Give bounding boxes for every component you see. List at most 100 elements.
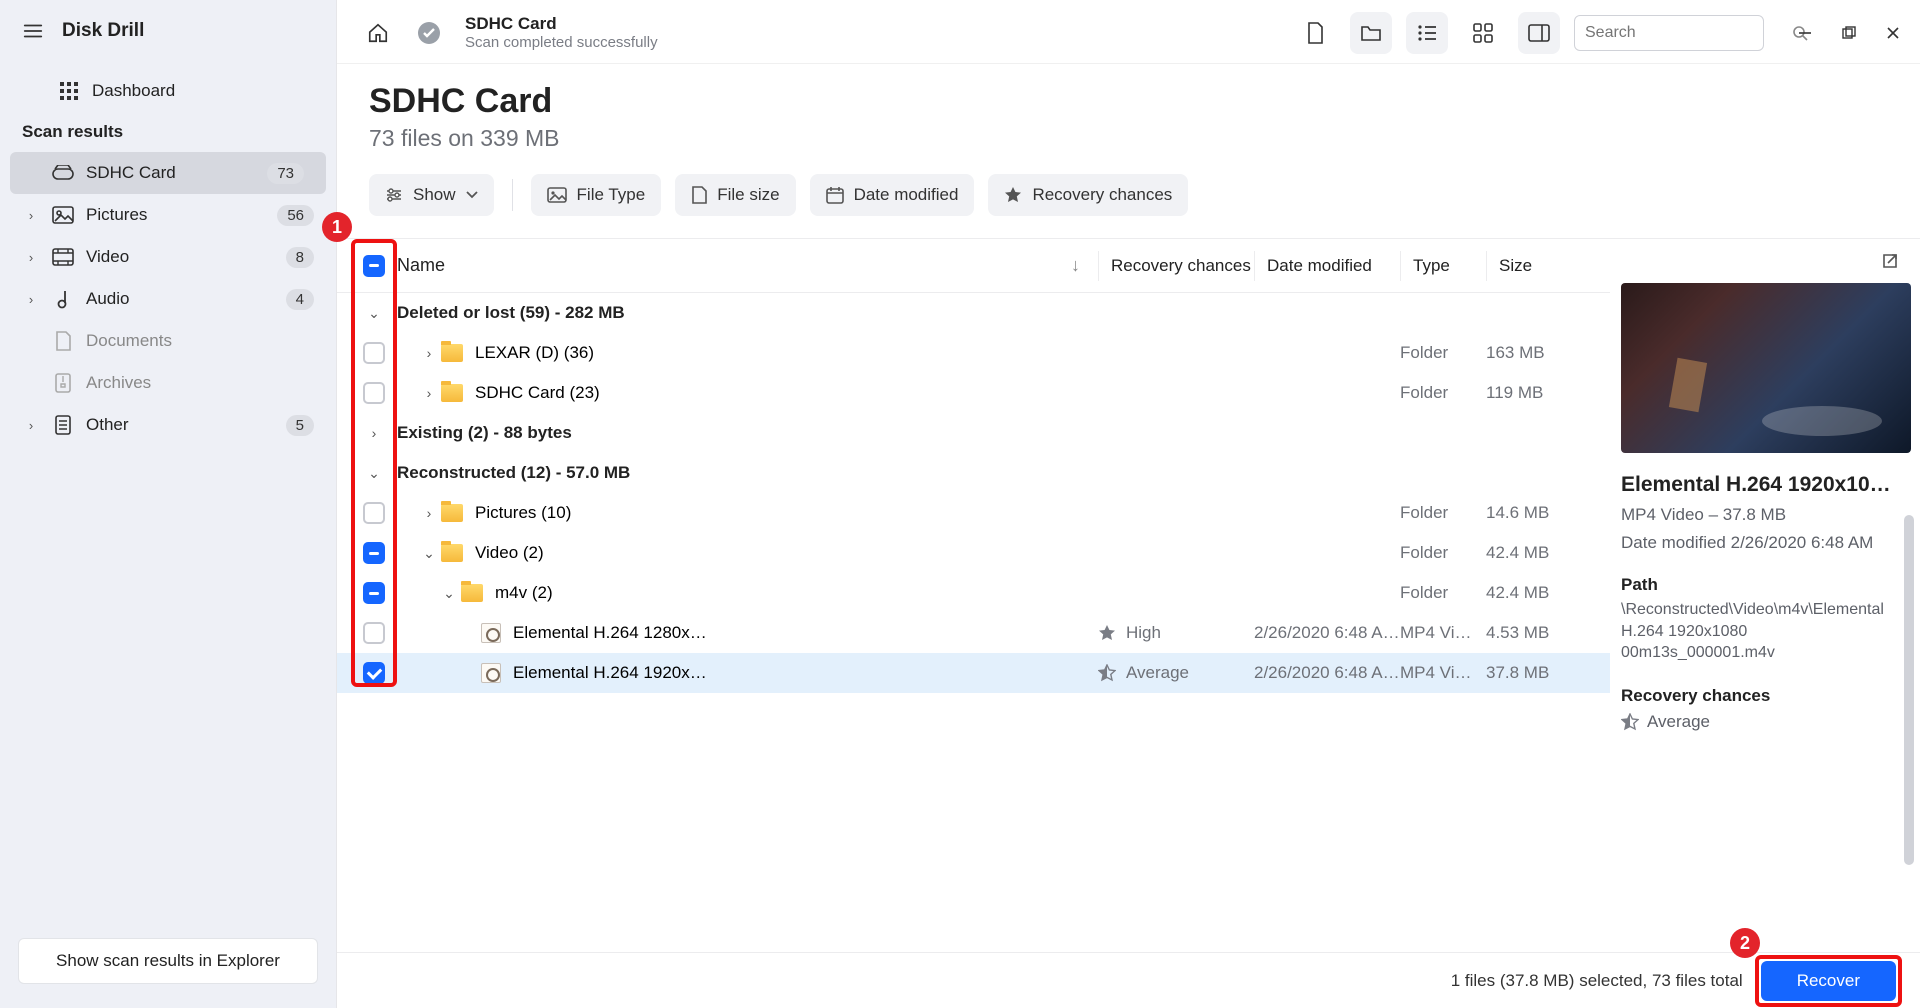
chevron-right-icon[interactable]: › [417,505,441,521]
row-size: 4.53 MB [1486,623,1596,643]
chevron-right-icon[interactable]: › [417,345,441,361]
file-view-icon[interactable] [1294,12,1336,54]
row-checkbox[interactable] [363,622,385,644]
chevron-right-icon[interactable]: › [417,385,441,401]
app-brand: Disk Drill [62,20,144,42]
row-checkbox[interactable] [363,662,385,684]
chevron-down-icon [466,191,478,199]
chevron-right-icon[interactable]: › [362,425,386,441]
table-row-selected[interactable]: Elemental H.264 1920x… Average 2/26/2020… [337,653,1610,693]
preview-info-line: MP4 Video – 37.8 MB [1621,505,1896,525]
list-view-icon[interactable] [1406,12,1448,54]
group-label: Existing (2) - 88 bytes [397,423,572,443]
window-minimize-icon[interactable] [1798,26,1812,40]
col-recovery[interactable]: Recovery chances [1111,256,1251,276]
row-checkbox[interactable] [363,502,385,524]
group-label: Reconstructed (12) - 57.0 MB [397,463,630,483]
preview-title: Elemental H.264 1920x10… [1621,473,1896,497]
file-type-filter[interactable]: File Type [531,174,662,216]
chevron-down-icon[interactable]: ⌄ [362,465,386,482]
folder-icon [461,584,483,602]
chevron-down-icon[interactable]: ⌄ [362,305,386,322]
chip-label: Show [413,185,456,205]
page-title: SDHC Card [369,82,1888,121]
table-row[interactable]: Elemental H.264 1280x… High 2/26/2020 6:… [337,613,1610,653]
drive-icon [50,165,76,181]
star-icon [1004,186,1022,204]
caret-icon[interactable]: › [22,250,40,265]
row-checkbox[interactable] [363,542,385,564]
sidebar-item-pictures[interactable]: › Pictures 56 [0,194,336,236]
scrollbar-thumb[interactable] [1904,515,1914,865]
col-date[interactable]: Date modified [1267,256,1372,276]
count-badge: 5 [286,415,314,436]
group-deleted[interactable]: ⌄ Deleted or lost (59) - 282 MB [337,293,1610,333]
row-name: Video (2) [475,543,544,563]
sidebar-item-label: SDHC Card [86,163,267,183]
sidebar-item-other[interactable]: › Other 5 [0,404,336,446]
row-name: LEXAR (D) (36) [475,343,594,363]
table-row[interactable]: ⌄Video (2) Folder 42.4 MB [337,533,1610,573]
window-close-icon[interactable] [1886,26,1900,40]
window-maximize-icon[interactable] [1842,26,1856,40]
sidebar-item-label: Documents [86,331,314,351]
chip-label: Recovery chances [1032,185,1172,205]
folder-view-icon[interactable] [1350,12,1392,54]
table-row[interactable]: ›LEXAR (D) (36) Folder 163 MB [337,333,1610,373]
table-row[interactable]: ›SDHC Card (23) Folder 119 MB [337,373,1610,413]
row-size: 163 MB [1486,343,1596,363]
table-row[interactable]: ⌄m4v (2) Folder 42.4 MB [337,573,1610,613]
select-all-checkbox[interactable] [363,255,385,277]
recovery-filter[interactable]: Recovery chances [988,174,1188,216]
date-modified-filter[interactable]: Date modified [810,174,975,216]
file-icon [481,623,501,643]
row-checkbox[interactable] [363,382,385,404]
chip-label: Date modified [854,185,959,205]
show-filter[interactable]: Show [369,174,494,216]
home-icon[interactable] [357,12,399,54]
table-row[interactable]: ›Pictures (10) Folder 14.6 MB [337,493,1610,533]
group-reconstructed[interactable]: ⌄ Reconstructed (12) - 57.0 MB [337,453,1610,493]
chevron-down-icon[interactable]: ⌄ [417,545,441,562]
folder-icon [441,504,463,522]
col-name[interactable]: Name [397,255,445,276]
file-size-filter[interactable]: File size [675,174,795,216]
group-label: Deleted or lost (59) - 282 MB [397,303,625,323]
chevron-down-icon[interactable]: ⌄ [437,585,461,602]
topbar-title: SDHC Card [465,14,658,34]
count-badge: 56 [277,205,314,226]
image-icon [547,187,567,203]
grid-view-icon[interactable] [1462,12,1504,54]
recover-button[interactable]: Recover [1761,961,1896,1001]
topbar-subtitle: Scan completed successfully [465,34,658,51]
row-size: 14.6 MB [1486,503,1596,523]
search-input[interactable] [1574,15,1764,51]
show-in-explorer-button[interactable]: Show scan results in Explorer [18,938,318,984]
topbar: SDHC Card Scan completed successfully [337,0,1920,64]
caret-icon[interactable]: › [22,208,40,223]
preview-path-value: \Reconstructed\Video\m4v\Elemental H.264… [1621,599,1896,664]
sort-arrow-icon[interactable]: ↓ [1071,255,1080,276]
filter-bar: Show File Type File size Date modified R… [337,166,1920,238]
sidebar-item-sdhc[interactable]: SDHC Card 73 [10,152,326,194]
sidebar-item-documents[interactable]: › Documents [0,320,336,362]
row-checkbox[interactable] [363,342,385,364]
preview-thumbnail[interactable] [1621,283,1911,453]
caret-icon[interactable]: › [22,418,40,433]
row-checkbox[interactable] [363,582,385,604]
sidebar-item-archives[interactable]: › Archives [0,362,336,404]
search-field[interactable] [1585,24,1792,42]
col-type[interactable]: Type [1413,256,1450,276]
caret-icon[interactable]: › [22,292,40,307]
sidebar-item-label: Audio [86,289,286,309]
preview-pane-icon[interactable] [1518,12,1560,54]
folder-icon [441,544,463,562]
sidebar-item-audio[interactable]: › Audio 4 [0,278,336,320]
row-size: 42.4 MB [1486,543,1596,563]
sidebar-item-video[interactable]: › Video 8 [0,236,336,278]
open-external-icon[interactable] [1880,251,1900,271]
col-size[interactable]: Size [1499,256,1532,276]
nav-dashboard[interactable]: Dashboard [0,70,336,112]
group-existing[interactable]: › Existing (2) - 88 bytes [337,413,1610,453]
menu-icon[interactable] [22,20,44,42]
